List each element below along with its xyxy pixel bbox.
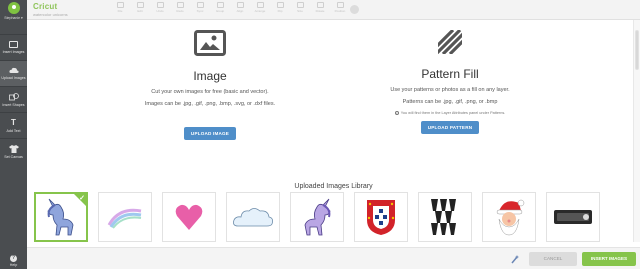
- unicorn-purple-image: [304, 198, 331, 236]
- image-panel-desc: Cut your own images for free (basic and …: [151, 89, 269, 95]
- sidebar-item-insert-shapes[interactable]: Insert Shapes: [0, 86, 27, 112]
- sidebar-item-label: Insert Shapes: [2, 102, 25, 107]
- heart-image: [175, 204, 203, 230]
- library-thumb-label-tag[interactable]: [546, 192, 600, 242]
- magic-wand-icon[interactable]: [510, 254, 520, 264]
- pattern-panel-formats: Patterns can be .jpg, .gif, .png, or .bm…: [402, 99, 498, 105]
- help-icon: ?: [10, 255, 17, 262]
- rainbow-image: [107, 208, 142, 229]
- profile-menu[interactable]: Stephanie ▾: [0, 0, 27, 34]
- sidebar-item-label: Insert Images: [2, 50, 25, 54]
- sidebar-item-set-canvas[interactable]: Set Canvas: [0, 138, 27, 164]
- image-icon: [194, 30, 226, 56]
- tool-sync[interactable]: Sync: [193, 2, 207, 13]
- crest-image: [367, 200, 395, 235]
- library-thumb-unicorn-purple[interactable]: [290, 192, 344, 242]
- label-tag-image: [554, 210, 592, 224]
- library-thumb-portugal-crest[interactable]: [354, 192, 408, 242]
- sidebar-item-upload-images[interactable]: Upload Images: [0, 60, 27, 86]
- tool-edit[interactable]: Edit: [133, 2, 147, 13]
- top-toolbar: Cricut watercolor unicorns File Edit Und…: [27, 0, 640, 20]
- tool-group[interactable]: Group: [213, 2, 227, 13]
- circle-icon: [349, 5, 359, 14]
- tool-round-button[interactable]: [347, 5, 361, 14]
- sidebar-item-label: Add Text: [6, 128, 21, 133]
- image-icon: [9, 41, 18, 48]
- help-label: Help: [9, 263, 18, 267]
- info-icon: i: [394, 111, 399, 116]
- tool-size[interactable]: Size: [293, 2, 307, 13]
- check-icon: ✓: [79, 195, 85, 202]
- upload-pattern-button[interactable]: UPLOAD PATTERN: [420, 121, 480, 134]
- library-thumb-cloud[interactable]: [226, 192, 280, 242]
- pattern-panel-note: i You will find them in the Layer Attrib…: [394, 111, 506, 116]
- sidebar-item-add-text[interactable]: T Add Text: [0, 112, 27, 138]
- library-thumb-feather-pattern[interactable]: [418, 192, 472, 242]
- feather-pattern-image: [431, 199, 456, 235]
- pattern-stripes-icon: [438, 30, 462, 54]
- tool-redo[interactable]: Redo: [173, 2, 187, 13]
- library-title: Uploaded Images Library: [294, 183, 373, 190]
- help-button[interactable]: ? Help: [0, 255, 27, 267]
- pattern-upload-panel: Pattern Fill Use your patterns or photos…: [370, 30, 530, 134]
- pattern-panel-title: Pattern Fill: [421, 67, 479, 81]
- sidebar-item-label: Upload Images: [1, 76, 26, 80]
- cancel-button[interactable]: CANCEL: [529, 252, 577, 266]
- image-panel-title: Image: [193, 69, 227, 83]
- left-sidebar: Stephanie ▾ Insert Images Upload Images …: [0, 0, 27, 269]
- insert-images-button[interactable]: INSERT IMAGES: [582, 252, 636, 266]
- sidebar-item-insert-images[interactable]: Insert Images: [0, 34, 27, 60]
- shirt-icon: [8, 144, 19, 153]
- library-thumb-rainbow[interactable]: [98, 192, 152, 242]
- tool-align[interactable]: Align: [233, 2, 247, 13]
- image-panel-formats: Images can be .jpg, .gif, .png, .bmp, .s…: [144, 101, 276, 107]
- profile-name: Stephanie ▾: [4, 16, 23, 20]
- library-thumb-heart[interactable]: [162, 192, 216, 242]
- shapes-icon: [8, 92, 19, 100]
- pattern-panel-desc: Use your patterns or photos as a fill on…: [390, 87, 510, 93]
- tool-flip[interactable]: Flip: [273, 2, 287, 13]
- image-upload-panel: Image Cut your own images for free (basi…: [130, 30, 290, 140]
- tool-rotate[interactable]: Rotate: [313, 2, 327, 13]
- tool-file[interactable]: File: [113, 2, 127, 13]
- project-name: watercolor unicorns: [33, 12, 68, 17]
- library-thumb-unicorn-blue[interactable]: ✓: [34, 192, 88, 242]
- scrollbar-thumb[interactable]: [635, 30, 639, 70]
- library-thumb-santa[interactable]: [482, 192, 536, 242]
- text-icon: T: [11, 117, 16, 127]
- sidebar-item-label: Set Canvas: [4, 154, 23, 159]
- upload-cloud-icon: [8, 67, 19, 73]
- vertical-scrollbar[interactable]: [633, 20, 640, 242]
- santa-image: [496, 199, 525, 236]
- bottom-action-bar: CANCEL INSERT IMAGES: [27, 247, 640, 269]
- tool-arrange[interactable]: Arrange: [253, 2, 267, 13]
- brand-logo: Cricut: [33, 2, 58, 11]
- upload-image-button[interactable]: UPLOAD IMAGE: [183, 127, 237, 140]
- app-root: Stephanie ▾ Insert Images Upload Images …: [0, 0, 640, 269]
- tool-undo[interactable]: Undo: [153, 2, 167, 13]
- user-avatar-icon: [7, 2, 20, 14]
- tool-position[interactable]: Position: [333, 2, 347, 13]
- cloud-image: [233, 208, 273, 227]
